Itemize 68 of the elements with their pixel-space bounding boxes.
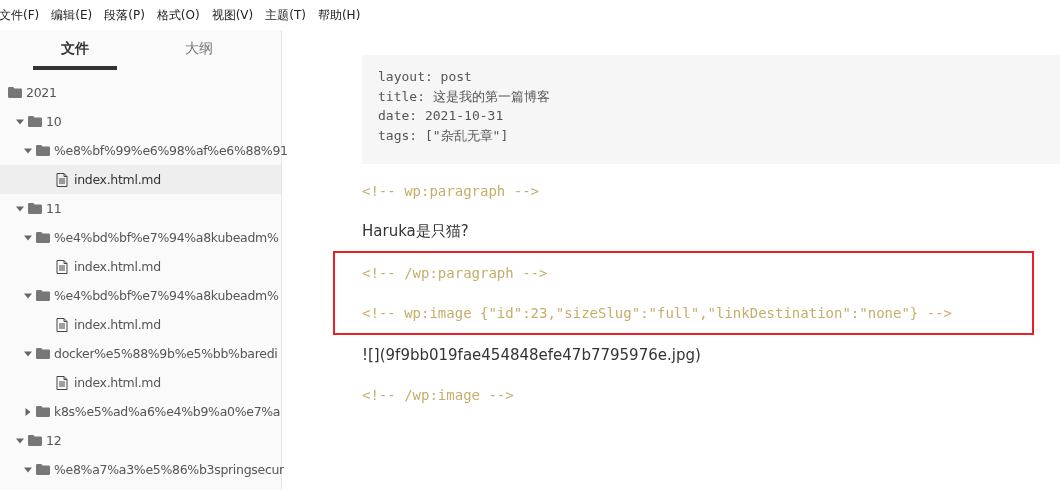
caret-down-icon[interactable] bbox=[24, 349, 32, 358]
caret-right-icon[interactable] bbox=[24, 407, 32, 416]
file-item[interactable]: index.html.md bbox=[0, 165, 281, 194]
folder-item[interactable]: 12 bbox=[0, 426, 281, 455]
front-matter-line: layout: post bbox=[378, 68, 473, 86]
folder-icon bbox=[28, 435, 42, 446]
file-icon bbox=[56, 375, 68, 390]
folder-icon bbox=[36, 290, 50, 301]
folder-icon bbox=[8, 87, 22, 98]
caret-down-icon[interactable] bbox=[16, 436, 24, 445]
caret-down-icon[interactable] bbox=[24, 291, 32, 300]
folder-name: %e8%bf%99%e6%98%af%e6%88%91 bbox=[54, 143, 288, 158]
folder-name: %e8%a7%a3%e5%86%b3springsecur bbox=[54, 462, 284, 477]
front-matter-line: date: 2021-10-31 bbox=[378, 107, 505, 125]
folder-name: %e4%bd%bf%e7%94%a8kubeadm% bbox=[54, 288, 279, 303]
folder-name: 10 bbox=[46, 114, 62, 129]
caret-down-icon[interactable] bbox=[24, 146, 32, 155]
html-comment: <!-- wp:paragraph --> bbox=[362, 182, 540, 201]
folder-icon bbox=[36, 145, 50, 156]
front-matter-line: title: 这是我的第一篇博客 bbox=[378, 87, 551, 106]
caret-down-icon[interactable] bbox=[16, 204, 24, 213]
caret-down-icon[interactable] bbox=[16, 117, 24, 126]
file-icon bbox=[56, 317, 68, 332]
folder-icon bbox=[36, 348, 50, 359]
menu-item[interactable]: 主题(T) bbox=[265, 6, 312, 24]
folder-item[interactable]: docker%e5%88%9b%e5%bb%baredi bbox=[0, 339, 281, 368]
file-name: index.html.md bbox=[74, 259, 161, 274]
file-icon bbox=[56, 172, 68, 187]
file-item[interactable]: index.html.md bbox=[0, 252, 281, 281]
menu-item[interactable]: 段落(P) bbox=[104, 6, 151, 24]
file-name: index.html.md bbox=[74, 375, 161, 390]
sidebar-tab[interactable]: 大纲 bbox=[157, 30, 241, 70]
folder-name: 2021 bbox=[26, 85, 57, 100]
file-name: index.html.md bbox=[74, 172, 161, 187]
folder-icon bbox=[36, 406, 50, 417]
file-item[interactable]: index.html.md bbox=[0, 310, 281, 339]
sidebar-tab[interactable]: 文件 bbox=[33, 30, 117, 70]
file-icon bbox=[56, 259, 68, 274]
html-comment: <!-- /wp:image --> bbox=[362, 386, 515, 405]
folder-name: 12 bbox=[46, 433, 62, 448]
html-comment: <!-- wp:image {"id":23,"sizeSlug":"full","linkDestination":"none"} --> bbox=[362, 304, 953, 323]
folder-item[interactable]: k8s%e5%ad%a6%e4%b9%a0%e7%a bbox=[0, 397, 281, 426]
folder-name: docker%e5%88%9b%e5%bb%baredi bbox=[54, 346, 278, 361]
paragraph-text: Haruka是只猫? bbox=[362, 221, 470, 242]
paragraph-text: ![](9f9bb019fae454848efe47b7795976e.jpg) bbox=[362, 345, 702, 366]
file-item[interactable]: index.html.md bbox=[0, 368, 281, 397]
folder-icon bbox=[36, 232, 50, 243]
folder-name: 11 bbox=[46, 201, 62, 216]
file-name: index.html.md bbox=[74, 317, 161, 332]
menu-item[interactable]: 编辑(E) bbox=[51, 6, 99, 24]
folder-name: k8s%e5%ad%a6%e4%b9%a0%e7%a bbox=[54, 404, 281, 419]
caret-down-icon[interactable] bbox=[24, 233, 32, 242]
caret-down-icon[interactable] bbox=[24, 465, 32, 474]
folder-name: %e4%bd%bf%e7%94%a8kubeadm% bbox=[54, 230, 279, 245]
folder-icon bbox=[28, 116, 42, 127]
folder-item[interactable]: 10 bbox=[0, 107, 281, 136]
folder-item[interactable]: 2021 bbox=[0, 78, 281, 107]
front-matter-line: tags: ["杂乱无章"] bbox=[378, 126, 510, 145]
folder-item[interactable]: %e4%bd%bf%e7%94%a8kubeadm% bbox=[0, 281, 281, 310]
folder-icon bbox=[28, 203, 42, 214]
folder-item[interactable]: 11 bbox=[0, 194, 281, 223]
menu-item[interactable]: 格式(O) bbox=[156, 6, 206, 24]
folder-item[interactable]: %e4%bd%bf%e7%94%a8kubeadm% bbox=[0, 223, 281, 252]
menu-item[interactable]: 视图(V) bbox=[211, 6, 260, 24]
menu-item[interactable]: 帮助(H) bbox=[317, 6, 367, 24]
folder-icon bbox=[36, 464, 50, 475]
menu-item[interactable]: 文件(F) bbox=[0, 6, 46, 24]
html-comment: <!-- /wp:paragraph --> bbox=[362, 264, 549, 283]
